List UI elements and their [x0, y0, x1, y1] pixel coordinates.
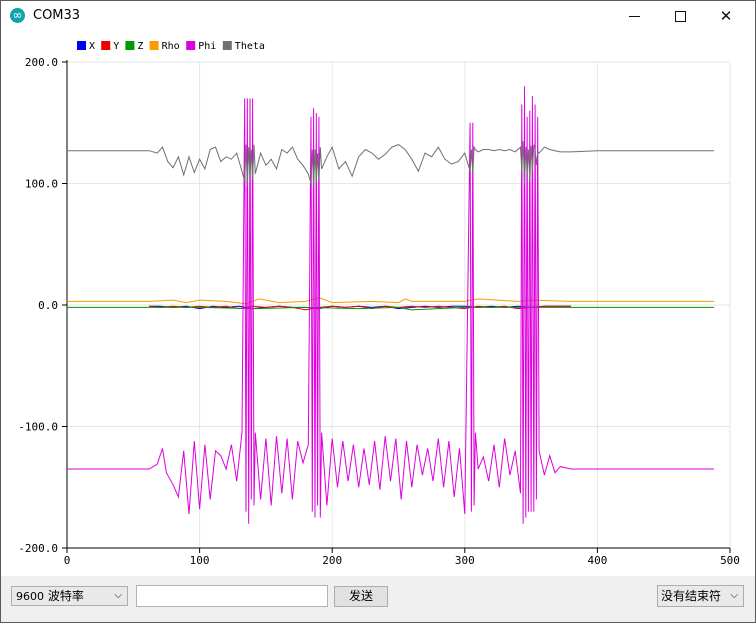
baud-rate-value: 9600: [16, 590, 44, 603]
line-ending-select[interactable]: 没有结束符 ⌵: [657, 585, 744, 607]
arduino-icon: [10, 7, 25, 23]
series-line-rho: [67, 297, 715, 305]
x-tick-label: 100: [190, 554, 210, 567]
x-tick-label: 500: [720, 554, 740, 567]
legend-label-theta: Theta: [235, 41, 265, 52]
serial-plotter-window: COM33 ✕ -200.0 -100.0 0.0 100.0 200.0 0 100 200…: [0, 0, 756, 623]
y-tick-label: -100.0: [18, 421, 58, 434]
series-line-z: [67, 306, 715, 311]
x-tick-label: 400: [587, 554, 607, 567]
chevron-down-icon: ⌵: [114, 590, 122, 601]
maximize-button[interactable]: [657, 1, 703, 31]
serial-plot-chart: -200.0 -100.0 0.0 100.0 200.0 0 100 200 300 400 50…: [18, 41, 740, 567]
chevron-down-icon: ⌵: [730, 590, 738, 601]
x-tick-label: 200: [322, 554, 342, 567]
legend-swatch-phi: [186, 41, 196, 50]
minimize-button[interactable]: [611, 1, 657, 31]
x-tick-label: 0: [64, 554, 71, 567]
legend-swatch-x: [77, 41, 86, 50]
legend-swatch-rho: [149, 41, 159, 50]
series-line-theta: [67, 140, 715, 186]
baud-rate-select[interactable]: 9600 波特率 ⌵: [11, 586, 128, 606]
window-title: COM33: [33, 8, 81, 23]
legend-label-z: Z: [137, 41, 143, 52]
legend-label-y: Y: [113, 41, 119, 52]
x-tick-label: 300: [455, 554, 475, 567]
y-tick-label: 200.0: [25, 56, 58, 69]
close-button[interactable]: ✕: [703, 1, 749, 31]
plot-area: -200.0 -100.0 0.0 100.0 200.0 0 100 200 300 400 50…: [1, 31, 755, 576]
y-tick-label: -200.0: [18, 542, 58, 555]
send-input[interactable]: [136, 585, 328, 607]
y-tick-label: 100.0: [25, 178, 58, 191]
bottom-bar: 9600 波特率 ⌵ 发送 没有结束符 ⌵: [1, 576, 755, 622]
legend-label-rho: Rho: [162, 41, 180, 52]
baud-rate-label: 波特率: [47, 589, 84, 603]
line-ending-value: 没有结束符: [661, 589, 722, 603]
legend-label-phi: Phi: [198, 41, 216, 52]
legend-swatch-z: [125, 41, 135, 50]
y-tick-label: 0.0: [38, 299, 58, 312]
legend-swatch-y: [101, 41, 111, 50]
send-button[interactable]: 发送: [334, 586, 388, 607]
title-bar: COM33 ✕: [1, 1, 755, 31]
legend-label-x: X: [89, 41, 95, 52]
legend-swatch-theta: [222, 41, 232, 50]
